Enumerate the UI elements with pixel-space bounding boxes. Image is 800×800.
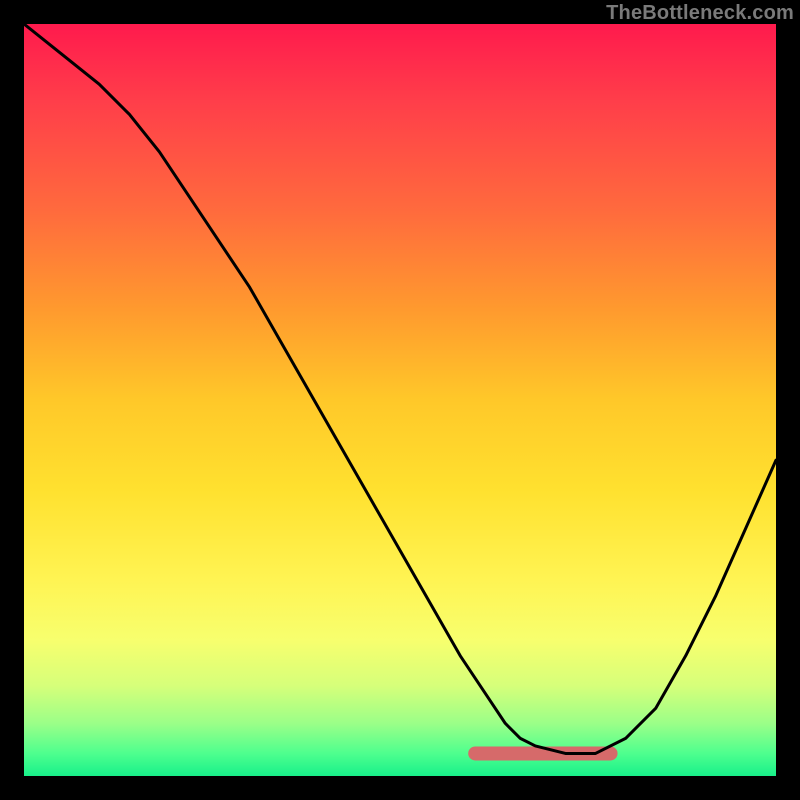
plot-area bbox=[24, 24, 776, 776]
curve-layer bbox=[24, 24, 776, 776]
attribution-label: TheBottleneck.com bbox=[606, 2, 794, 25]
bottleneck-curve bbox=[24, 24, 776, 753]
chart-stage: TheBottleneck.com bbox=[0, 0, 800, 800]
